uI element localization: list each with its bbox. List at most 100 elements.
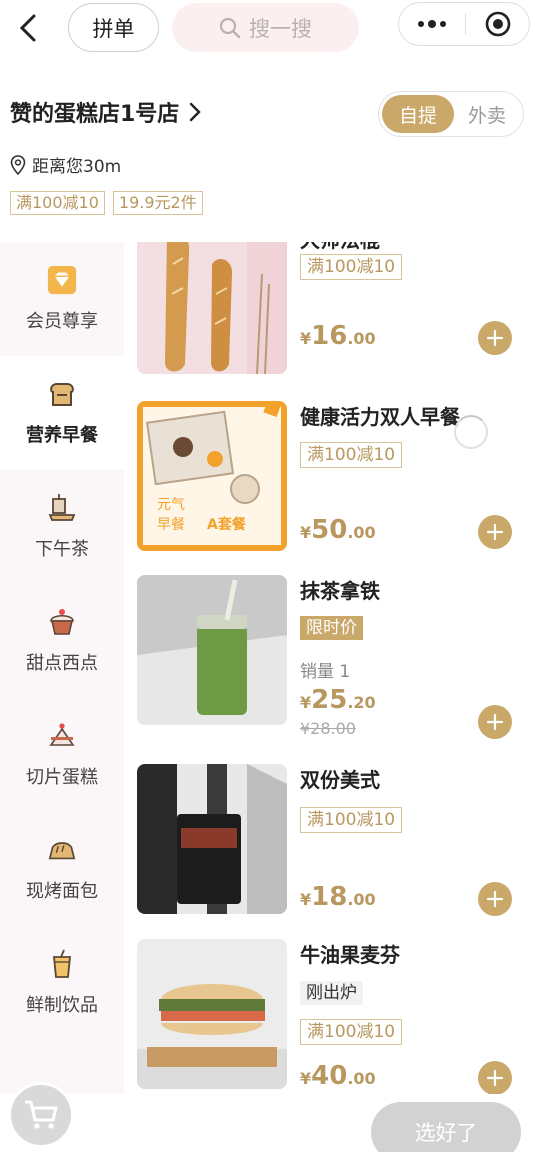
- store-name: 赞的蛋糕店1号店: [10, 102, 180, 127]
- top-bar: 拼单 搜一搜: [0, 0, 536, 56]
- sidebar-item-afternoon-tea[interactable]: 下午茶: [0, 470, 124, 584]
- sidebar-item-label: 现烤面包: [26, 881, 98, 902]
- product-image-avocado-muffin: [137, 939, 287, 1089]
- bread-icon: [47, 835, 77, 865]
- tea-icon: [47, 493, 77, 523]
- currency-symbol: ¥: [300, 523, 312, 542]
- sales-count: 销量 1: [300, 662, 351, 682]
- promo-tag: 满100减10: [300, 254, 403, 280]
- location-pin-icon: [10, 154, 26, 175]
- image-text: A套餐: [207, 516, 247, 533]
- sidebar-item-label: 会员尊享: [26, 311, 98, 332]
- product-image-breakfast-set: 元气 早餐 A套餐: [137, 401, 287, 551]
- add-to-cart-button[interactable]: [478, 882, 512, 916]
- sidebar-item-bread[interactable]: 现烤面包: [0, 812, 124, 926]
- product-title: 大师法棍: [300, 242, 380, 253]
- promo-tag: 19.9元2件: [112, 191, 203, 215]
- search-placeholder: 搜一搜: [249, 16, 312, 41]
- chevron-left-icon: [19, 14, 36, 42]
- checkout-button[interactable]: 选好了: [371, 1102, 521, 1152]
- promo-tag: 满100减10: [300, 442, 403, 468]
- price-decimal: .00: [347, 523, 376, 542]
- target-icon: [485, 11, 510, 37]
- limited-price-tag: 限时价: [300, 616, 363, 640]
- bottom-bar: 选好了: [0, 1082, 536, 1152]
- product-item[interactable]: 牛油果麦芬 刚出炉 满100减10 ¥40.00: [124, 939, 536, 1094]
- price-decimal: .00: [347, 329, 376, 348]
- product-image-matcha-latte: [137, 575, 287, 725]
- sidebar-item-label: 营养早餐: [26, 425, 98, 446]
- product-price: ¥25.20: [300, 685, 376, 715]
- fresh-baked-tag: 刚出炉: [300, 981, 363, 1005]
- sidebar-item-label: 切片蛋糕: [26, 767, 98, 788]
- pickup-option[interactable]: 自提: [382, 95, 454, 133]
- store-distance: 距离您30m: [10, 152, 121, 177]
- cart-button[interactable]: [8, 1082, 74, 1148]
- toast-icon: [47, 379, 77, 409]
- sidebar-item-breakfast[interactable]: 营养早餐: [0, 356, 124, 470]
- sidebar-item-label: 鲜制饮品: [26, 995, 98, 1016]
- image-text: 元气: [157, 497, 185, 513]
- delivery-mode-toggle: 自提 外卖: [378, 91, 524, 137]
- price-integer: 16: [311, 321, 348, 351]
- price-decimal: .00: [347, 1069, 376, 1088]
- original-price: ¥28.00: [300, 719, 356, 738]
- product-item[interactable]: 大师法棍 满100减10 ¥16.00: [124, 242, 536, 376]
- plus-icon: [486, 329, 504, 347]
- store-promo-tags: 满100减10 19.9元2件: [10, 191, 203, 215]
- plus-icon: [486, 890, 504, 908]
- price-integer: 25: [311, 685, 348, 715]
- cart-icon: [25, 1100, 58, 1129]
- delivery-option[interactable]: 外卖: [454, 101, 520, 128]
- sidebar-item-drinks[interactable]: 鲜制饮品: [0, 926, 124, 1040]
- product-price: ¥50.00: [300, 515, 376, 545]
- diamond-icon: [47, 265, 77, 295]
- back-button[interactable]: [10, 8, 46, 48]
- product-price: ¥40.00: [300, 1061, 376, 1091]
- promo-tag: 满100减10: [10, 191, 105, 215]
- product-title: 抹茶拿铁: [300, 579, 380, 603]
- product-list: 大师法棍 满100减10 ¥16.00 元气 早餐 A套餐 健康活力双人早餐: [124, 242, 536, 1094]
- product-image-baguette: [137, 242, 287, 374]
- more-dots-icon: [418, 20, 446, 28]
- image-text: 早餐: [157, 517, 185, 533]
- product-title: 健康活力双人早餐: [300, 405, 460, 429]
- promo-tag: 满100减10: [300, 1019, 403, 1045]
- currency-symbol: ¥: [300, 890, 312, 909]
- loading-spinner-icon: [454, 415, 488, 449]
- sidebar-item-cake-slice[interactable]: 切片蛋糕: [0, 698, 124, 812]
- product-title: 双份美式: [300, 768, 380, 792]
- product-title: 牛油果麦芬: [300, 943, 400, 967]
- sidebar-item-label: 甜点西点: [26, 653, 98, 674]
- price-integer: 18: [311, 882, 348, 912]
- close-miniapp-button[interactable]: [466, 11, 529, 37]
- add-to-cart-button[interactable]: [478, 1061, 512, 1094]
- add-to-cart-button[interactable]: [478, 705, 512, 739]
- sidebar-item-label: 下午茶: [35, 539, 89, 560]
- more-button[interactable]: [399, 20, 465, 28]
- currency-symbol: ¥: [300, 329, 312, 348]
- price-integer: 50: [311, 515, 348, 545]
- plus-icon: [486, 713, 504, 731]
- cake-slice-icon: [47, 721, 77, 751]
- sidebar-item-member[interactable]: 会员尊享: [0, 242, 124, 356]
- add-to-cart-button[interactable]: [478, 321, 512, 355]
- miniapp-capsule: [398, 2, 530, 46]
- store-name-link[interactable]: 赞的蛋糕店1号店: [10, 96, 202, 128]
- distance-text: 距离您30m: [32, 157, 122, 177]
- currency-symbol: ¥: [300, 1069, 312, 1088]
- product-item[interactable]: 抹茶拿铁 限时价 销量 1 ¥25.20 ¥28.00: [124, 575, 536, 739]
- product-price: ¥16.00: [300, 321, 376, 351]
- category-sidebar: 会员尊享 营养早餐 下午茶 甜点西点 切片蛋糕 现烤面包 鲜制饮品: [0, 242, 124, 1094]
- sidebar-item-dessert[interactable]: 甜点西点: [0, 584, 124, 698]
- group-order-button[interactable]: 拼单: [68, 3, 159, 52]
- product-item[interactable]: 双份美式 满100减10 ¥18.00: [124, 764, 536, 916]
- promo-tag: 满100减10: [300, 807, 403, 833]
- add-to-cart-button[interactable]: [478, 515, 512, 549]
- price-decimal: .00: [347, 890, 376, 909]
- price-integer: 40: [311, 1061, 348, 1091]
- plus-icon: [486, 523, 504, 541]
- chevron-right-icon: [190, 102, 202, 122]
- search-input[interactable]: 搜一搜: [172, 3, 359, 52]
- drink-icon: [47, 949, 77, 979]
